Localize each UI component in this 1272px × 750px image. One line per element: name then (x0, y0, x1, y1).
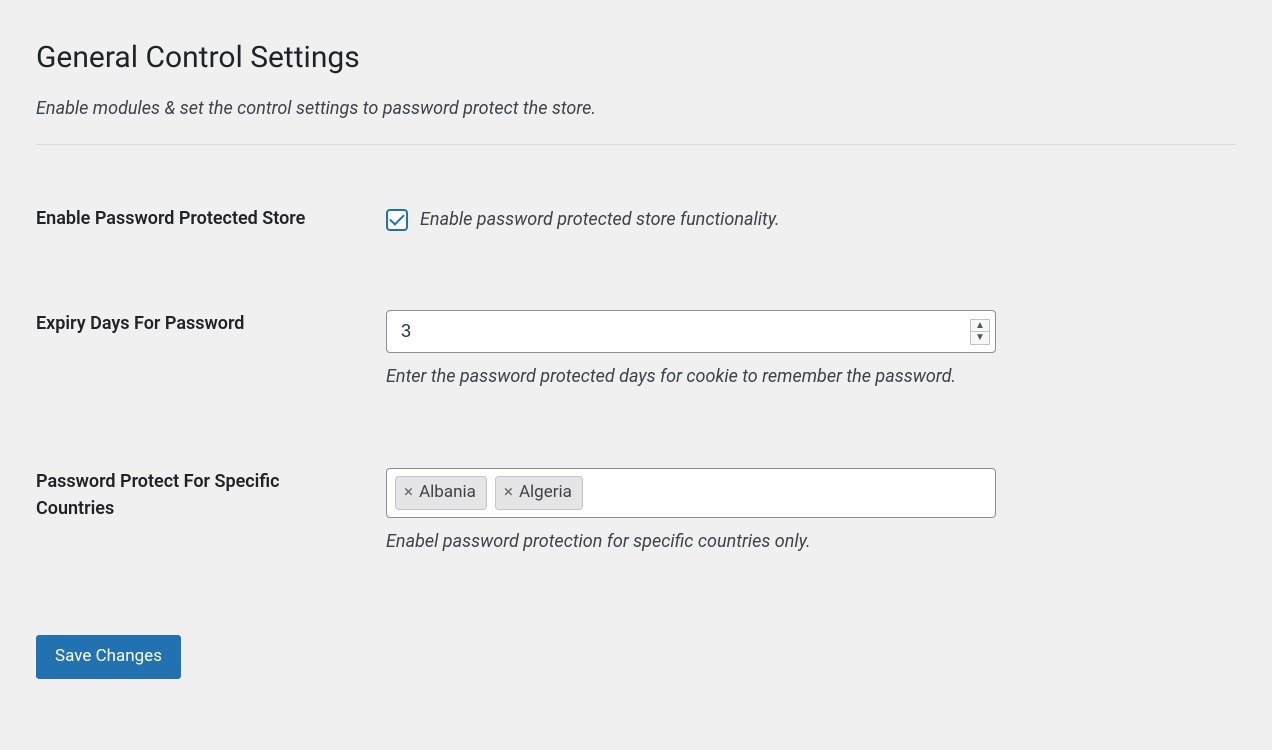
expiry-days-increment[interactable] (971, 320, 989, 333)
country-tag-remove-icon[interactable]: × (504, 481, 513, 505)
save-changes-button[interactable]: Save Changes (36, 635, 181, 679)
countries-description: Enabel password protection for specific … (386, 528, 1226, 555)
enable-password-checkbox[interactable] (386, 209, 408, 231)
country-tag-remove-icon[interactable]: × (404, 481, 413, 505)
expiry-days-label: Expiry Days For Password (36, 313, 244, 334)
expiry-days-input[interactable] (386, 310, 996, 353)
country-tag: × Algeria (495, 476, 583, 510)
enable-password-label: Enable Password Protected Store (36, 208, 305, 229)
expiry-days-description: Enter the password protected days for co… (386, 363, 1226, 390)
expiry-days-decrement[interactable] (971, 332, 989, 344)
page-title: General Control Settings (36, 38, 1236, 77)
expiry-days-spinner (970, 319, 990, 345)
country-tag-label: Algeria (519, 481, 572, 505)
enable-password-checkbox-label: Enable password protected store function… (420, 207, 780, 232)
countries-multiselect[interactable]: × Albania × Algeria (386, 468, 996, 518)
country-tag-label: Albania (419, 481, 476, 505)
page-description: Enable modules & set the control setting… (36, 95, 1236, 145)
countries-label: Password Protect For Specific Countries (36, 471, 279, 519)
country-tag: × Albania (395, 476, 487, 510)
